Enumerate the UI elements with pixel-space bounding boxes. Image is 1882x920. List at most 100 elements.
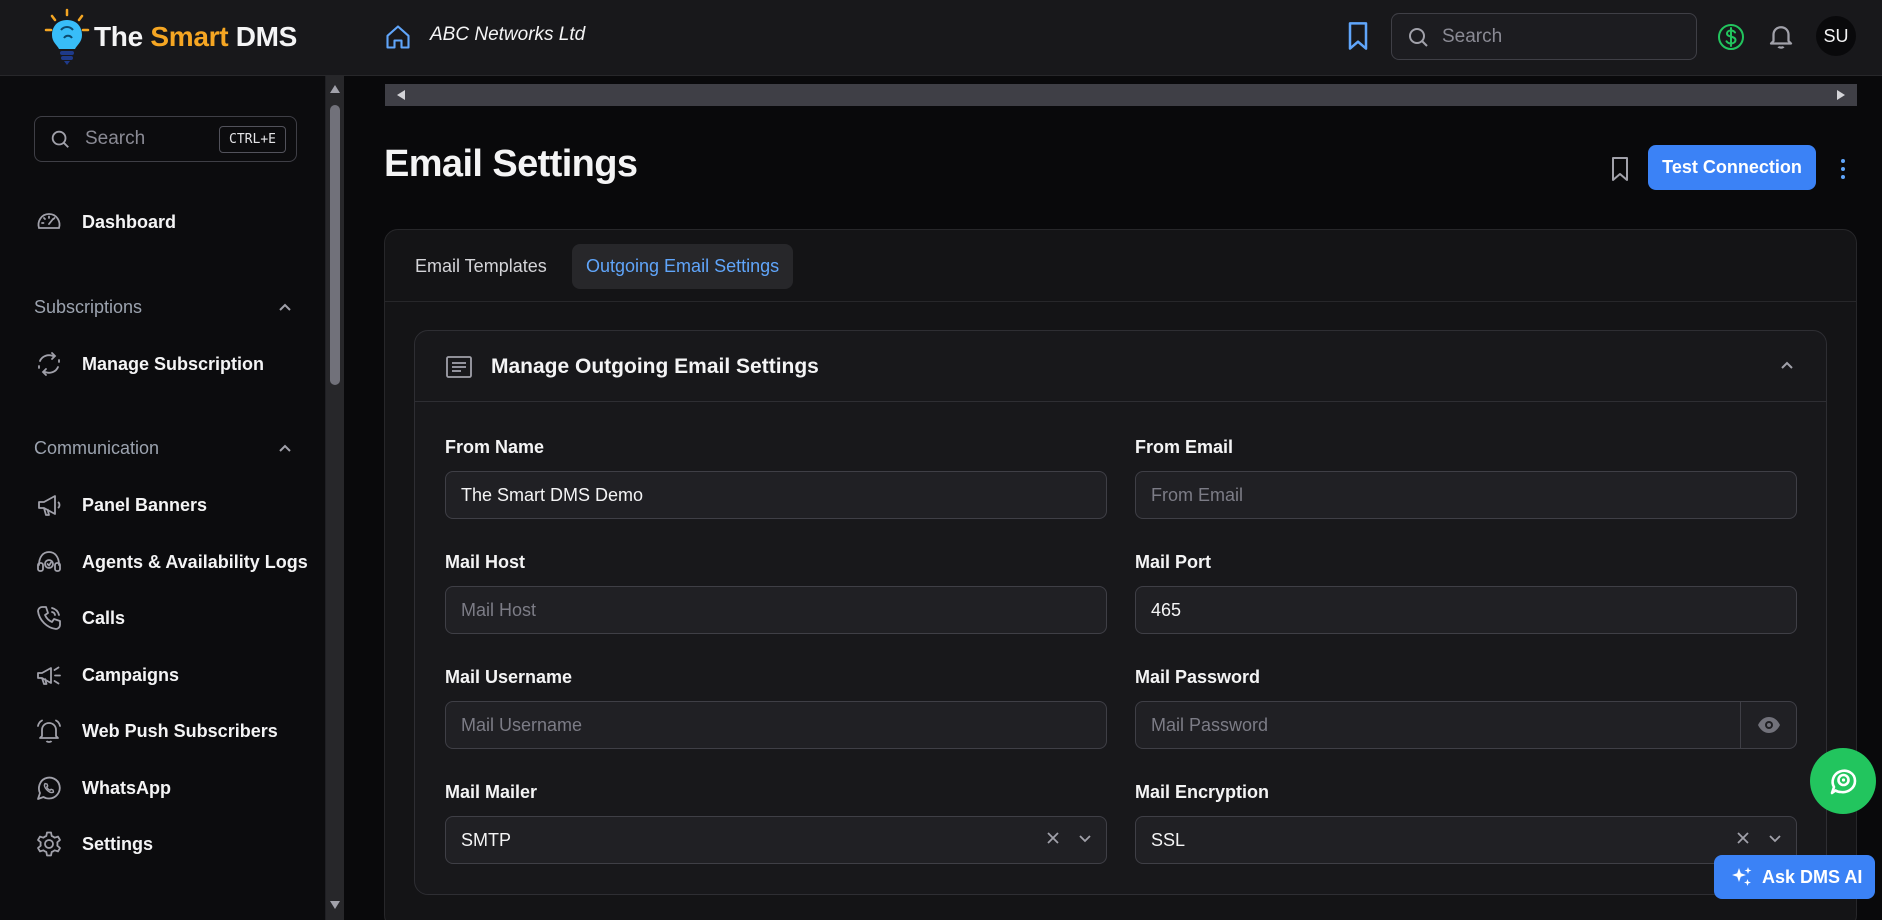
sidebar-item-campaigns[interactable]: Campaigns xyxy=(34,657,179,693)
mail-password-placeholder: Mail Password xyxy=(1151,714,1269,735)
sidebar-item-whatsapp[interactable]: WhatsApp xyxy=(34,770,171,806)
chevron-down-icon[interactable] xyxy=(1076,829,1094,847)
test-connection-button[interactable]: Test Connection xyxy=(1648,145,1816,190)
mail-username-label: Mail Username xyxy=(445,667,573,687)
sidebar-item-manage-subscription[interactable]: Manage Subscription xyxy=(34,346,264,382)
tab-outgoing-email-settings[interactable]: Outgoing Email Settings xyxy=(572,244,794,289)
sidebar-item-label: Panel Banners xyxy=(82,494,208,515)
chevron-up-icon[interactable] xyxy=(1778,357,1796,375)
sidebar: Search CTRL+E Dashboard Subscriptions Ma… xyxy=(0,76,326,920)
mail-encryption-value: SSL xyxy=(1151,829,1186,850)
avatar[interactable]: SU xyxy=(1816,16,1856,56)
bookmark-page-icon[interactable] xyxy=(1607,155,1633,183)
mail-host-input[interactable]: Mail Host xyxy=(445,586,1107,634)
scroll-down-arrow-icon[interactable] xyxy=(329,900,341,910)
mail-mailer-value: SMTP xyxy=(461,829,512,850)
mail-username-input[interactable]: Mail Username xyxy=(445,701,1107,749)
home-icon[interactable] xyxy=(384,23,412,51)
gear-icon xyxy=(37,831,61,857)
chat-support-icon xyxy=(1830,769,1857,795)
logo-bulb-icon xyxy=(44,8,90,65)
chevron-up-icon xyxy=(279,444,291,452)
outgoing-email-panel: Manage Outgoing Email Settings From Name… xyxy=(414,330,1827,895)
clear-icon[interactable] xyxy=(1044,829,1062,847)
section-label: Subscriptions xyxy=(34,297,143,317)
bell-ring-icon xyxy=(37,719,61,743)
sidebar-item-label: Manage Subscription xyxy=(82,353,265,374)
brand[interactable]: The Smart DMS xyxy=(44,8,297,66)
search-icon xyxy=(51,130,69,148)
from-email-label: From Email xyxy=(1135,437,1234,457)
brand-accent: Smart xyxy=(150,21,229,52)
chevron-down-icon[interactable] xyxy=(1766,829,1784,847)
from-email-input[interactable]: From Email xyxy=(1135,471,1797,519)
sidebar-scrollbar-thumb[interactable] xyxy=(330,105,340,385)
support-chat-button[interactable] xyxy=(1810,748,1876,814)
sidebar-item-agents[interactable]: Agents & Availability Logs xyxy=(34,544,308,580)
sidebar-item-label: Calls xyxy=(82,607,126,628)
scroll-right-arrow-icon[interactable] xyxy=(1835,89,1847,101)
sidebar-item-label: Web Push Subscribers xyxy=(82,720,278,741)
horizontal-scrollbar[interactable] xyxy=(385,84,1857,106)
campaign-megaphone-icon xyxy=(37,666,61,685)
mail-password-label: Mail Password xyxy=(1135,667,1261,687)
global-search-input[interactable]: Search xyxy=(1391,13,1697,60)
panel-header[interactable]: Manage Outgoing Email Settings xyxy=(415,331,1826,402)
sidebar-item-label: Campaigns xyxy=(82,664,180,685)
sidebar-item-settings[interactable]: Settings xyxy=(34,826,153,862)
sidebar-item-label: Dashboard xyxy=(82,211,177,232)
whatsapp-icon xyxy=(37,776,61,800)
sidebar-item-panel-banners[interactable]: Panel Banners xyxy=(34,487,207,523)
mail-mailer-select[interactable]: SMTP xyxy=(445,816,1107,864)
sidebar-item-label: Settings xyxy=(82,833,154,854)
sidebar-search-placeholder: Search xyxy=(85,128,146,149)
search-icon xyxy=(1409,27,1428,47)
ask-dms-ai-button[interactable]: Ask DMS AI xyxy=(1714,855,1875,899)
mail-host-label: Mail Host xyxy=(445,552,526,572)
clear-icon[interactable] xyxy=(1734,829,1752,847)
sidebar-item-dashboard[interactable]: Dashboard xyxy=(34,204,176,240)
chevron-up-icon xyxy=(279,303,291,311)
bell-icon[interactable] xyxy=(1766,21,1796,51)
sidebar-item-web-push[interactable]: Web Push Subscribers xyxy=(34,713,278,749)
section-subscriptions[interactable]: Subscriptions xyxy=(34,297,294,318)
document-lines-icon xyxy=(446,356,472,378)
tab-email-templates[interactable]: Email Templates xyxy=(401,244,561,289)
mail-encryption-label: Mail Encryption xyxy=(1135,782,1270,802)
scroll-left-arrow-icon[interactable] xyxy=(395,89,407,101)
megaphone-icon xyxy=(38,495,61,516)
sidebar-item-label: WhatsApp xyxy=(82,777,171,798)
bookmark-icon[interactable] xyxy=(1344,20,1372,52)
scroll-up-arrow-icon[interactable] xyxy=(329,84,341,94)
gauge-icon xyxy=(37,213,61,229)
refresh-cycle-icon xyxy=(38,352,60,376)
section-communication[interactable]: Communication xyxy=(34,438,294,459)
mail-encryption-select[interactable]: SSL xyxy=(1135,816,1797,864)
ask-dms-ai-label: Ask DMS AI xyxy=(1762,866,1863,887)
select-controls xyxy=(1044,829,1094,847)
organization-name[interactable]: ABC Networks Ltd xyxy=(430,24,585,46)
panel-title: Manage Outgoing Email Settings xyxy=(491,355,819,378)
sidebar-search-input[interactable]: Search CTRL+E xyxy=(34,116,297,162)
sidebar-item-calls[interactable]: Calls xyxy=(34,600,125,636)
more-options-icon[interactable] xyxy=(1836,155,1850,183)
settings-card: Email Templates Outgoing Email Settings … xyxy=(384,229,1857,920)
from-name-input[interactable]: The Smart DMS Demo xyxy=(445,471,1107,519)
app-root: The Smart DMS ABC Networks Ltd Search SU… xyxy=(0,0,1882,920)
tab-bar: Email Templates Outgoing Email Settings xyxy=(385,230,1856,302)
page-title: Email Settings xyxy=(384,143,638,185)
mail-port-label: Mail Port xyxy=(1135,552,1212,572)
shortcut-badge: CTRL+E xyxy=(219,125,286,153)
mail-port-input[interactable]: 465 xyxy=(1135,586,1797,634)
toggle-password-visibility[interactable] xyxy=(1740,702,1796,748)
select-controls xyxy=(1734,829,1784,847)
section-label: Communication xyxy=(34,438,160,458)
dollar-icon[interactable] xyxy=(1716,22,1746,52)
eye-icon xyxy=(1757,717,1780,733)
search-placeholder: Search xyxy=(1442,25,1503,47)
from-name-label: From Name xyxy=(445,437,545,457)
brand-name: The Smart DMS xyxy=(94,21,298,52)
mail-mailer-label: Mail Mailer xyxy=(445,782,538,802)
mail-password-input[interactable]: Mail Password xyxy=(1135,701,1797,749)
sparkles-icon xyxy=(1732,867,1752,886)
